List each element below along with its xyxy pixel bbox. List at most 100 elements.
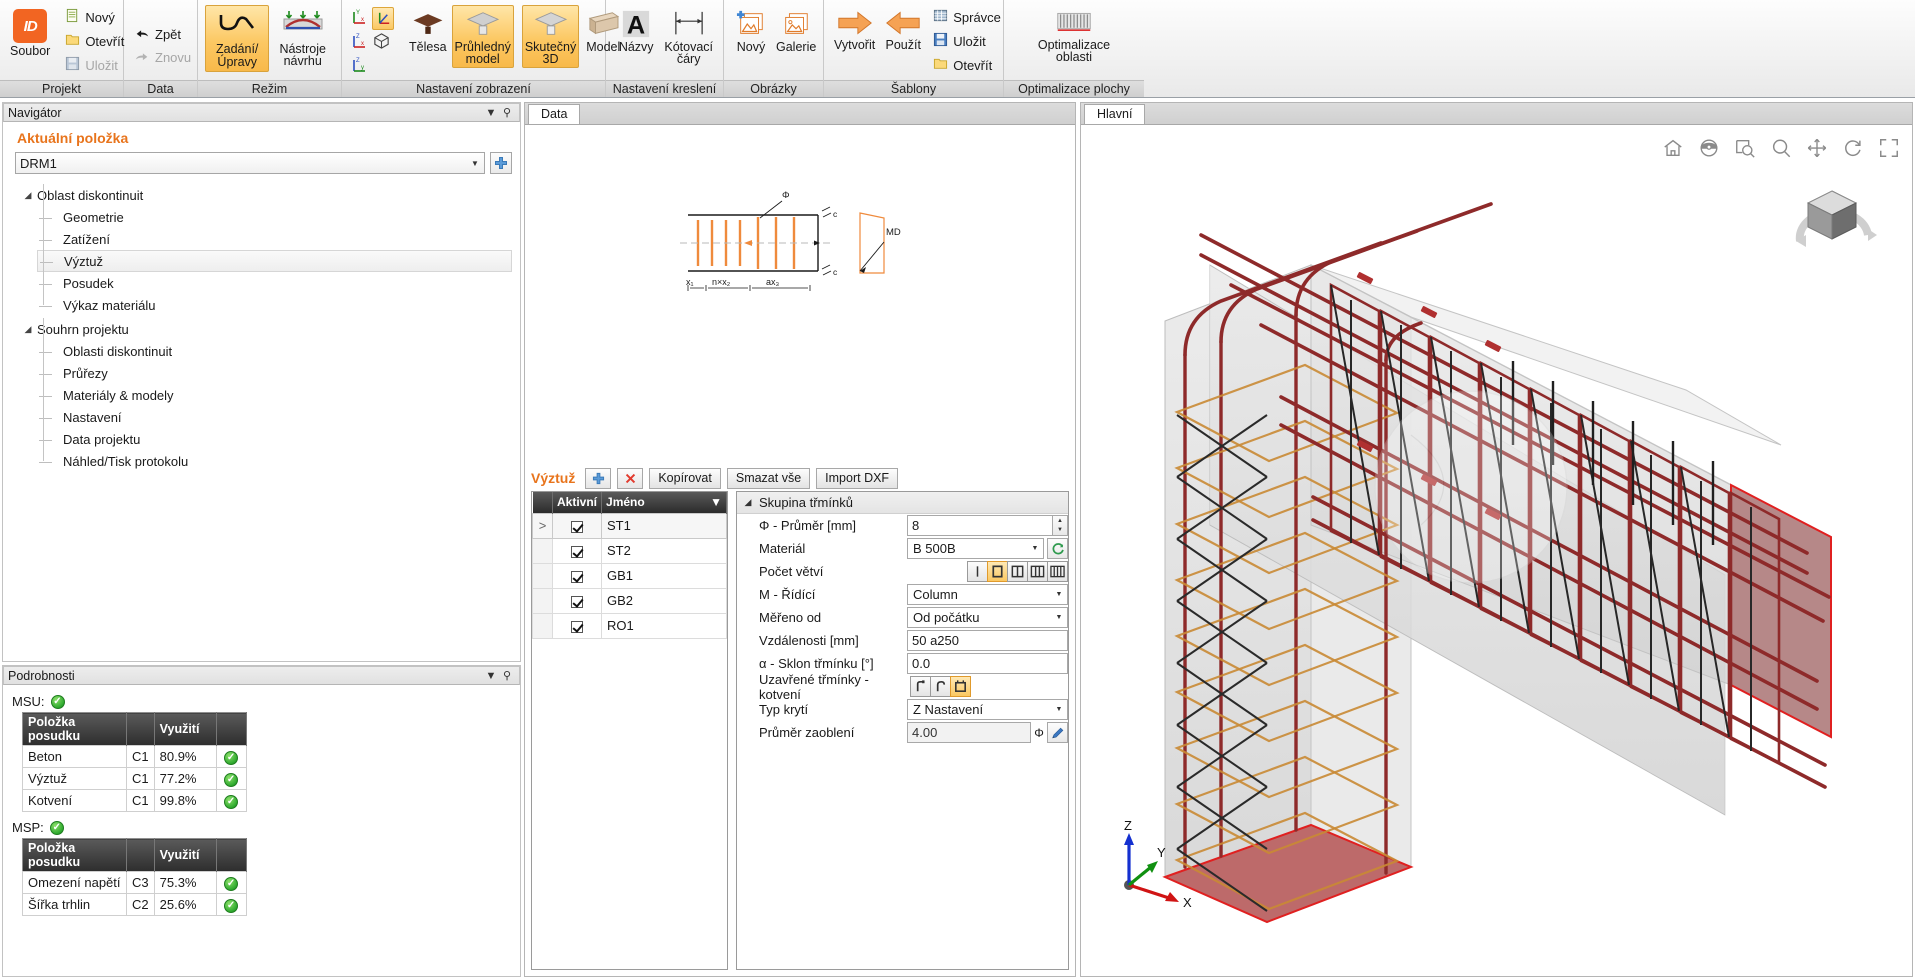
tree-item-materialy-modely[interactable]: — Materiály & modely — [37, 384, 512, 406]
spin-up-icon[interactable]: ▲ — [1053, 516, 1067, 526]
view-transparent-model-button[interactable]: Průhledný model — [452, 5, 514, 68]
reinforced-concrete-model[interactable]: Z X Y — [1081, 125, 1912, 976]
image-gallery-button[interactable]: Galerie — [773, 5, 819, 57]
diameter-input[interactable]: 8 — [907, 515, 1053, 536]
project-open-button[interactable]: Otevřít — [62, 30, 130, 53]
mode-design-tools-button[interactable]: Nástroje návrhu — [271, 5, 334, 70]
current-item-combo[interactable]: DRM1 ▼ — [15, 152, 485, 174]
view-real3d-button[interactable]: Skutečný 3D — [522, 5, 579, 68]
table-row[interactable]: Výztuž C1 77.2% ✓ — [23, 768, 247, 790]
row-active-checkbox[interactable] — [553, 613, 602, 638]
master-combo[interactable]: Column ▼ — [907, 584, 1068, 605]
import-dxf-button[interactable]: Import DXF — [816, 468, 898, 489]
filter-icon[interactable]: ▼ — [710, 495, 722, 509]
hook-closed-icon[interactable] — [950, 676, 971, 697]
table-row[interactable]: Šířka trhlin C2 25.6% ✓ — [23, 894, 247, 916]
tree-item-nastaveni[interactable]: — Nastavení — [37, 406, 512, 428]
table-row[interactable]: Omezení napětí C3 75.3% ✓ — [23, 872, 247, 894]
tree-item-data-projektu[interactable]: — Data projektu — [37, 428, 512, 450]
material-refresh-button[interactable] — [1047, 538, 1068, 559]
table-row[interactable]: GB1 — [533, 563, 727, 588]
branch-6-icon[interactable] — [1047, 561, 1068, 582]
table-row[interactable]: ST2 — [533, 538, 727, 563]
row-active-checkbox[interactable] — [553, 563, 602, 588]
add-reinforcement-button[interactable] — [585, 468, 611, 489]
tree-item-prurezy[interactable]: — Průřezy — [37, 362, 512, 384]
table-row[interactable]: Kotvení C1 99.8% ✓ — [23, 790, 247, 812]
expander-icon[interactable]: ◢ — [737, 497, 759, 508]
expander-icon[interactable]: ◢ — [19, 324, 37, 335]
tree-node-souhrn-projektu[interactable]: ◢ Souhrn projektu — [17, 318, 512, 340]
template-apply-button[interactable]: Použít — [880, 5, 926, 55]
project-new-button[interactable]: Nový — [62, 6, 130, 29]
properties-group-header[interactable]: ◢ Skupina třmínků — [737, 492, 1068, 514]
tab-data[interactable]: Data — [528, 104, 580, 124]
axis-zx-icon[interactable]: Zx — [349, 31, 371, 54]
table-row[interactable]: > ST1 — [533, 513, 727, 538]
stirrup-angle-input[interactable]: 0.0 — [907, 653, 1068, 674]
chevron-down-icon[interactable]: ▼ — [483, 670, 499, 682]
tree-item-oblasti-diskontinuit[interactable]: — Oblasti diskontinuit — [37, 340, 512, 362]
draw-names-button[interactable]: A Názvy — [613, 5, 659, 57]
table-row[interactable]: Beton C1 80.9% ✓ — [23, 746, 247, 768]
chevron-down-icon[interactable]: ▼ — [483, 107, 499, 119]
delete-all-button[interactable]: Smazat vše — [727, 468, 810, 489]
branch-4-icon[interactable] — [1027, 561, 1048, 582]
mode-input-edit-button[interactable]: Zadání/Úpravy — [205, 5, 269, 72]
tree-item-vykaz-materialu[interactable]: — Výkaz materiálu — [37, 294, 512, 316]
material-combo[interactable]: B 500B ▼ — [907, 538, 1044, 559]
diameter-spinner[interactable]: ▲▼ — [1053, 515, 1068, 536]
axis-3d-icon[interactable] — [372, 7, 394, 30]
msu-status-row: MSU: ✓ — [12, 694, 513, 709]
tree-item-posudek[interactable]: — Posudek — [37, 272, 512, 294]
hook-straight-icon[interactable] — [910, 676, 931, 697]
branch-2-icon[interactable] — [987, 561, 1008, 582]
template-open-button[interactable]: Otevřít — [930, 54, 1007, 77]
row-active-checkbox[interactable] — [553, 588, 602, 613]
template-create-button[interactable]: Vytvořit — [831, 5, 878, 55]
col-indicator — [533, 492, 553, 513]
measured-from-combo[interactable]: Od počátku ▼ — [907, 607, 1068, 628]
cube-icon[interactable] — [372, 31, 394, 54]
branch-3-icon[interactable] — [1007, 561, 1028, 582]
axis-yx-icon[interactable]: Yx — [349, 7, 371, 30]
spin-down-icon[interactable]: ▼ — [1053, 526, 1067, 536]
delete-reinforcement-button[interactable] — [617, 468, 643, 489]
tab-hlavni[interactable]: Hlavní — [1084, 104, 1145, 124]
table-row[interactable]: GB2 — [533, 588, 727, 613]
table-row[interactable]: RO1 — [533, 613, 727, 638]
cover-type-combo[interactable]: Z Nastavení ▼ — [907, 699, 1068, 720]
template-save-button[interactable]: Uložit — [930, 30, 1007, 53]
copy-button[interactable]: Kopírovat — [649, 468, 721, 489]
tree-item-zatizeni[interactable]: — Zatížení — [37, 228, 512, 250]
row-active-checkbox[interactable] — [553, 538, 602, 563]
hook-curved-icon[interactable] — [930, 676, 951, 697]
distances-input[interactable]: 50 a250 — [907, 630, 1068, 651]
axis-zy-icon[interactable]: Zy — [349, 55, 371, 78]
draw-dimension-lines-button[interactable]: Kótovací čáry — [661, 5, 716, 68]
pin-icon[interactable]: ⚲ — [499, 106, 515, 119]
tree-item-nahled-tisk-protokolu[interactable]: — Náhled/Tisk protokolu — [37, 450, 512, 472]
redo-button[interactable]: Znovu — [131, 47, 197, 69]
area-optimization-button[interactable]: Optimalizace oblasti — [1019, 5, 1129, 66]
view-transparent-model-label: Průhledný model — [455, 41, 511, 65]
view-solids-button[interactable]: Tělesa — [406, 5, 450, 57]
branch-1-icon[interactable] — [967, 561, 988, 582]
image-new-button[interactable]: Nový — [731, 5, 771, 57]
tree-item-geometrie[interactable]: — Geometrie — [37, 206, 512, 228]
viewport-3d[interactable]: Z X Y — [1081, 125, 1912, 976]
tree-node-oblast-diskontinuit[interactable]: ◢ Oblast diskontinuit — [17, 184, 512, 206]
template-manager-button[interactable]: Správce — [930, 6, 1007, 29]
tree-item-vyztuz[interactable]: — Výztuž — [37, 250, 512, 272]
add-item-button[interactable] — [490, 152, 512, 174]
bend-diameter-edit-button[interactable] — [1047, 722, 1068, 743]
svg-text:A: A — [627, 11, 645, 39]
undo-button[interactable]: Zpět — [131, 24, 197, 46]
file-button[interactable]: ID Soubor — [7, 5, 53, 61]
project-save-button[interactable]: Uložit — [62, 54, 130, 77]
checkbox-checked-icon — [571, 521, 583, 533]
cell-item: Šířka trhlin — [23, 894, 127, 916]
row-active-checkbox[interactable] — [553, 513, 602, 538]
expander-icon[interactable]: ◢ — [19, 190, 37, 201]
pin-icon[interactable]: ⚲ — [499, 669, 515, 682]
